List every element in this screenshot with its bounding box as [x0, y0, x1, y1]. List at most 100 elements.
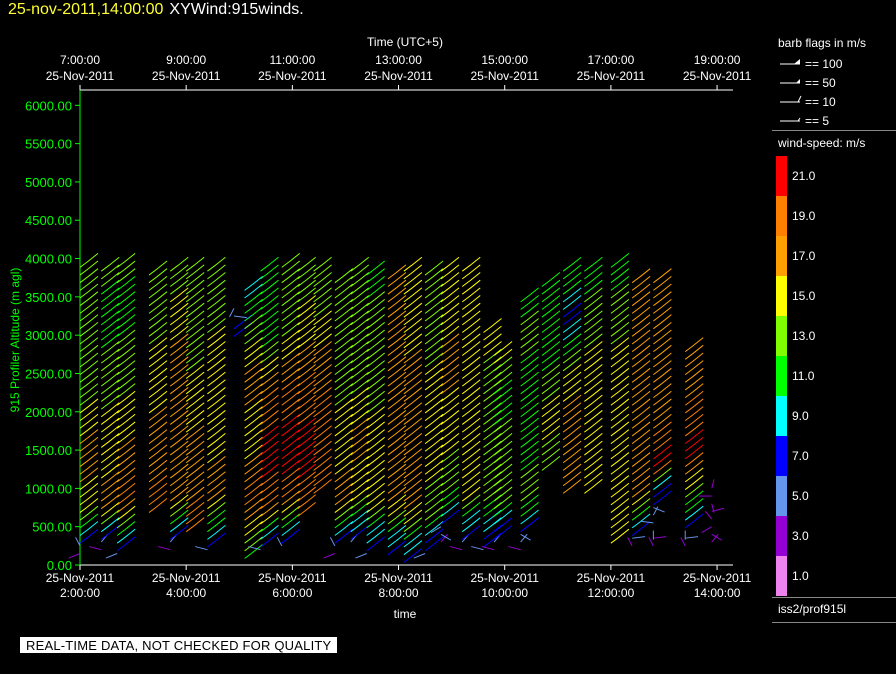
- wind-barb: [244, 398, 263, 414]
- wind-barb: [350, 425, 370, 441]
- wind-barb: [387, 540, 407, 556]
- wind-barb: [185, 325, 205, 341]
- wind-barb: [483, 318, 502, 333]
- wind-barb: [562, 310, 582, 326]
- wind-barb: [79, 390, 99, 406]
- wind-barb: [684, 352, 704, 368]
- wind-barb: [366, 283, 385, 299]
- wind-barb: [169, 524, 189, 540]
- wind-barb: [541, 295, 561, 310]
- wind-barb: [79, 298, 99, 314]
- wind-barb: [631, 452, 651, 467]
- wind-barb: [424, 352, 444, 368]
- wind-barb: [366, 306, 385, 322]
- colorbar-swatch: [776, 276, 787, 316]
- wind-barb: [584, 394, 603, 410]
- wind-barb: [440, 364, 460, 379]
- wind-barb: [260, 256, 279, 272]
- wind-barb: [610, 352, 630, 368]
- wind-barb: [653, 413, 672, 429]
- wind-barb: [493, 364, 513, 379]
- wind-barb: [100, 341, 120, 356]
- wind-barb: [116, 429, 136, 444]
- wind-barb: [461, 279, 481, 295]
- wind-barb: [100, 287, 120, 303]
- wind-barb: [653, 283, 672, 299]
- wind-barb: [653, 367, 672, 383]
- wind-barb: [493, 371, 513, 387]
- wind-profile-column: [229, 308, 253, 337]
- wind-barb: [610, 329, 630, 345]
- wind-barb: [684, 390, 704, 406]
- wind-barb: [185, 341, 205, 356]
- wind-barb: [116, 321, 136, 337]
- wind-barb: [116, 406, 136, 422]
- wind-barb: [653, 421, 672, 437]
- wind-barb: [424, 283, 444, 299]
- wind-barb: [350, 356, 370, 372]
- wind-profile-column: [680, 337, 704, 547]
- wind-barb: [461, 486, 481, 502]
- wind-barb: [493, 356, 513, 372]
- wind-barb: [584, 318, 603, 333]
- wind-barb: [116, 513, 136, 529]
- wind-barb: [366, 498, 385, 513]
- wind-barb: [653, 459, 672, 475]
- wind-barb: [281, 459, 301, 475]
- wind-barb: [562, 478, 582, 494]
- wind-barb: [329, 537, 336, 547]
- wind-barb: [424, 413, 444, 429]
- wind-barb: [653, 275, 672, 291]
- wind-barb: [653, 490, 672, 506]
- wind-barb: [562, 433, 582, 448]
- wind-profile-column: [562, 256, 582, 494]
- wind-barb: [610, 452, 630, 467]
- wind-barb: [281, 291, 301, 307]
- bottom-tick-date: 25-Nov-2011: [577, 571, 646, 585]
- wind-barb: [169, 341, 189, 356]
- wind-barb: [387, 486, 407, 502]
- wind-profile-column: [508, 287, 539, 551]
- wind-barb: [334, 329, 354, 345]
- wind-barb: [684, 498, 704, 513]
- wind-barb: [244, 444, 263, 460]
- wind-profile-column: [244, 275, 263, 559]
- wind-barb: [207, 387, 226, 402]
- wind-barb: [100, 478, 120, 494]
- wind-barb: [334, 528, 354, 544]
- wind-barb: [244, 482, 263, 498]
- wind-barb: [244, 329, 263, 345]
- wind-barb: [461, 448, 481, 464]
- wind-barb: [403, 325, 423, 341]
- wind-barb: [116, 490, 136, 506]
- wind-barb: [116, 314, 136, 330]
- wind-barb: [631, 383, 651, 399]
- wind-barb: [440, 356, 460, 372]
- wind-barb: [366, 436, 385, 452]
- wind-barb: [79, 268, 99, 284]
- wind-barb: [520, 440, 539, 456]
- wind-barb: [334, 367, 354, 383]
- wind-barb: [297, 264, 316, 280]
- wind-barb: [387, 471, 407, 487]
- wind-barb: [610, 490, 630, 506]
- wind-barb: [610, 421, 630, 437]
- wind-barb: [541, 364, 561, 379]
- wind-barb: [116, 360, 136, 376]
- wind-barb: [653, 383, 672, 399]
- wind-barb: [148, 352, 168, 368]
- wind-barb: [350, 456, 370, 471]
- wind-barb: [169, 433, 189, 448]
- wind-barb: [610, 521, 630, 536]
- wind-barb: [584, 448, 603, 464]
- wind-profile-column: [698, 479, 725, 543]
- wind-barb: [403, 402, 423, 418]
- wind-barb: [387, 433, 407, 448]
- wind-barb: [148, 429, 168, 444]
- wind-profile-column: [350, 256, 370, 543]
- wind-barb: [440, 509, 460, 525]
- x-axis-label: time: [394, 607, 417, 621]
- wind-barb: [387, 318, 407, 333]
- wind-barb: [387, 348, 407, 364]
- wind-barb: [116, 344, 136, 360]
